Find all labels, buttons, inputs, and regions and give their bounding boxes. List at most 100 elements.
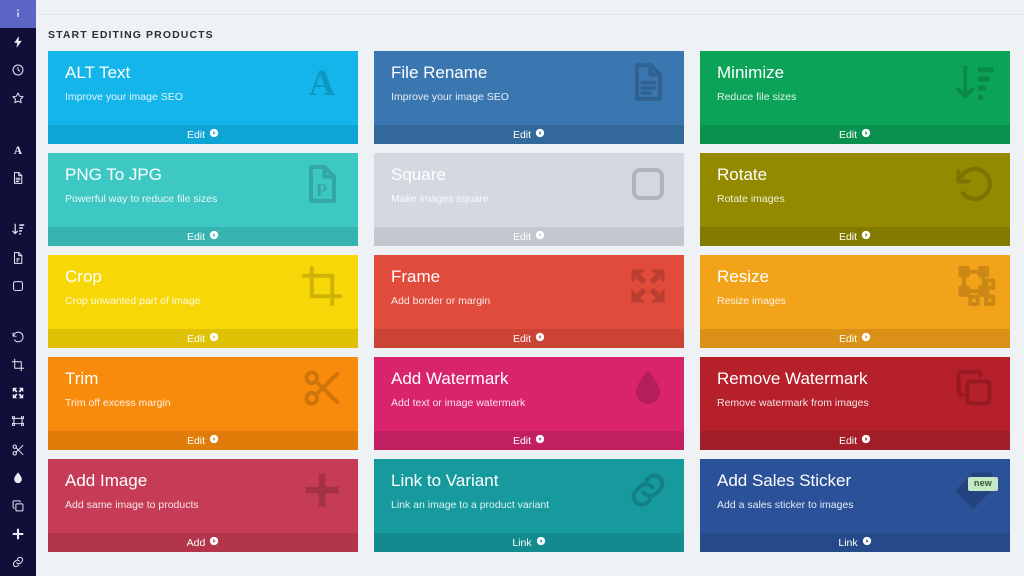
sidebar-item-crop[interactable] — [0, 351, 36, 379]
sidebar-item-file-rename[interactable] — [0, 164, 36, 192]
tool-card-title: Add Image — [48, 459, 358, 491]
tool-card-rotate[interactable]: RotateRotate images Edit — [700, 153, 1010, 246]
sidebar-item-trim[interactable] — [0, 435, 36, 463]
tool-card-action-button[interactable]: Add — [48, 533, 358, 552]
p-file-icon: P — [11, 251, 25, 265]
tool-card-action-button[interactable]: Edit — [374, 431, 684, 450]
water-drop-icon — [11, 471, 25, 485]
tool-card-title: Remove Watermark — [700, 357, 1010, 389]
tool-card-title: Crop — [48, 255, 358, 287]
arrow-circle-icon — [209, 536, 219, 549]
tool-card-action-button[interactable]: Edit — [700, 431, 1010, 450]
tool-card-crop[interactable]: CropCrop unwanted part of imageEdit — [48, 255, 358, 348]
tool-card-title: Trim — [48, 357, 358, 389]
tool-card-action-button[interactable]: Edit — [374, 125, 684, 144]
tool-card-alt-text[interactable]: AALT TextImprove your image SEOEdit — [48, 51, 358, 144]
tool-card-subtitle: Make images square — [374, 185, 684, 206]
arrow-circle-icon — [209, 332, 219, 345]
tool-card-action-label: Edit — [839, 129, 857, 141]
section-heading: START EDITING PRODUCTS — [36, 15, 1024, 51]
tool-card-add-image[interactable]: Add ImageAdd same image to products Add — [48, 459, 358, 552]
copy-icon — [11, 499, 25, 513]
tool-card-action-button[interactable]: Edit — [700, 125, 1010, 144]
tool-card-action-button[interactable]: Link — [700, 533, 1010, 552]
tool-card-resize[interactable]: ResizeResize imagesEdit — [700, 255, 1010, 348]
svg-text:A: A — [14, 144, 23, 157]
tool-card-title: PNG To JPG — [48, 153, 358, 185]
sidebar-separator — [0, 112, 36, 135]
tool-card-action-label: Add — [187, 537, 206, 549]
tool-card-trim[interactable]: TrimTrim off excess margin Edit — [48, 357, 358, 450]
tool-card-action-label: Edit — [513, 435, 531, 447]
tool-card-action-button[interactable]: Edit — [48, 431, 358, 450]
sidebar-item-clock[interactable] — [0, 56, 36, 84]
sidebar-item-rotate[interactable] — [0, 323, 36, 351]
sidebar-item-info[interactable] — [0, 0, 36, 28]
star-icon — [11, 91, 25, 105]
arrow-circle-icon — [209, 434, 219, 447]
sidebar-separator — [0, 192, 36, 215]
tool-card-action-button[interactable]: Link — [374, 533, 684, 552]
sidebar-item-link-to-variant[interactable] — [0, 548, 36, 576]
sidebar-item-add-watermark[interactable] — [0, 464, 36, 492]
tool-card-subtitle: Resize images — [700, 287, 1010, 308]
tool-card-action-label: Edit — [187, 333, 205, 345]
sidebar-item-resize[interactable] — [0, 379, 36, 407]
tool-card-subtitle: Add same image to products — [48, 491, 358, 512]
tool-card-subtitle: Rotate images — [700, 185, 1010, 206]
tool-card-title: Add Watermark — [374, 357, 684, 389]
tool-card-frame[interactable]: FrameAdd border or marginEdit — [374, 255, 684, 348]
tool-card-file-rename[interactable]: File RenameImprove your image SEO Edit — [374, 51, 684, 144]
tool-card-add-watermark[interactable]: Add WatermarkAdd text or image watermark… — [374, 357, 684, 450]
sidebar-item-frame[interactable] — [0, 407, 36, 435]
tool-card-subtitle: Trim off excess margin — [48, 389, 358, 410]
tool-card-action-button[interactable]: Edit — [48, 227, 358, 246]
tool-card-title: Square — [374, 153, 684, 185]
tool-card-action-label: Edit — [187, 435, 205, 447]
link-icon — [11, 555, 25, 569]
tool-card-title: Rotate — [700, 153, 1010, 185]
previous-section-divider — [36, 0, 1024, 15]
sidebar-item-png-to-jpg[interactable]: P — [0, 244, 36, 272]
sidebar-item-add-image[interactable] — [0, 520, 36, 548]
sidebar-item-square[interactable] — [0, 272, 36, 300]
svg-text:P: P — [16, 257, 20, 263]
tool-card-remove-watermark[interactable]: Remove WatermarkRemove watermark from im… — [700, 357, 1010, 450]
tool-card-action-button[interactable]: Edit — [700, 227, 1010, 246]
sidebar-item-bolt[interactable] — [0, 28, 36, 56]
sidebar: AP — [0, 0, 36, 576]
arrow-circle-icon — [862, 536, 872, 549]
tool-card-title: Link to Variant — [374, 459, 684, 491]
tool-card-action-label: Link — [512, 537, 531, 549]
tool-card-minimize[interactable]: MinimizeReduce file sizesEdit — [700, 51, 1010, 144]
tool-card-action-button: Edit — [374, 227, 684, 246]
tool-card-add-sales-sticker[interactable]: Add Sales StickerAdd a sales sticker to … — [700, 459, 1010, 552]
sidebar-item-alt-text[interactable]: A — [0, 136, 36, 164]
product-tools-grid: AALT TextImprove your image SEOEditFile … — [36, 51, 1024, 552]
arrow-circle-icon — [536, 536, 546, 549]
sidebar-item-star[interactable] — [0, 84, 36, 112]
arrow-circle-icon — [861, 128, 871, 141]
sidebar-item-minimize[interactable] — [0, 215, 36, 243]
plus-icon — [11, 527, 25, 541]
tool-card-action-button[interactable]: Edit — [48, 329, 358, 348]
tool-card-subtitle: Improve your image SEO — [374, 83, 684, 104]
sidebar-separator — [0, 300, 36, 323]
tool-card-action-button[interactable]: Edit — [374, 329, 684, 348]
tool-card-subtitle: Add a sales sticker to images — [700, 491, 1010, 512]
arrow-circle-icon — [861, 332, 871, 345]
tool-card-png-to-jpg[interactable]: PPNG To JPGPowerful way to reduce file s… — [48, 153, 358, 246]
tool-card-title: File Rename — [374, 51, 684, 83]
tool-card-action-label: Link — [838, 537, 857, 549]
sidebar-item-remove-watermark[interactable] — [0, 492, 36, 520]
tool-card-link-to-variant[interactable]: Link to VariantLink an image to a produc… — [374, 459, 684, 552]
tool-card-action-label: Edit — [513, 333, 531, 345]
tool-card-action-label: Edit — [513, 231, 531, 243]
tool-card-action-label: Edit — [839, 231, 857, 243]
crop-icon — [11, 358, 25, 372]
tool-card-title: ALT Text — [48, 51, 358, 83]
tool-card-action-button[interactable]: Edit — [48, 125, 358, 144]
tool-card-action-label: Edit — [187, 231, 205, 243]
tool-card-action-button[interactable]: Edit — [700, 329, 1010, 348]
tool-card-action-label: Edit — [513, 129, 531, 141]
